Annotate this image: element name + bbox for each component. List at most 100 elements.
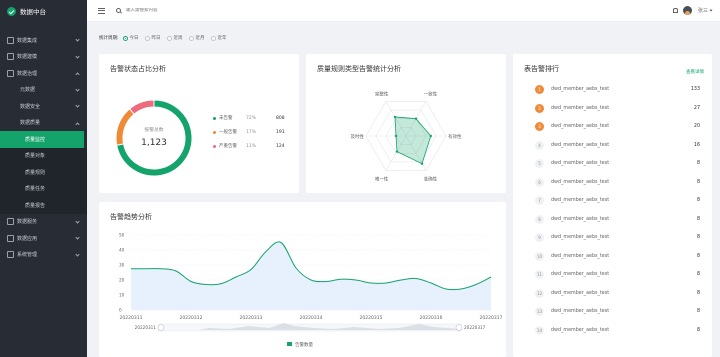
rank-row[interactable]: 1 dwd_member_aebs_test 133 — [535, 85, 700, 94]
sidebar-item[interactable]: 数据治理 — [0, 65, 87, 82]
rank-row[interactable]: 8 dwd_member_aebs_test 8 — [535, 214, 700, 224]
x-tick-label: 20220317 — [480, 315, 503, 321]
sidebar-subitem[interactable]: 质量任务 — [0, 180, 87, 197]
period-radio[interactable]: 昨日 — [144, 35, 161, 41]
radar-chart: 完整性 一致性有效性准确性 唯一性 及时性 — [350, 91, 462, 183]
rank-row[interactable]: 2 dwd_member_aebs_test 27 — [535, 103, 700, 113]
legend-dot — [213, 144, 216, 148]
period-radio[interactable]: 今日 — [122, 35, 139, 41]
zoom-handle-right[interactable] — [455, 324, 463, 331]
radar-point[interactable] — [395, 150, 399, 153]
radar-point[interactable] — [414, 117, 418, 120]
zoom-end-label: 20220317 — [464, 325, 486, 330]
x-tick-label: 20220313 — [240, 315, 263, 321]
rank-row[interactable]: 14 dwd_member_aebs_test 8 — [535, 325, 700, 335]
sidebar-item[interactable]: 系统管理 — [0, 247, 87, 264]
radar-area — [394, 116, 432, 165]
rank-table-name: dwd_member_aebs_test — [551, 105, 610, 111]
legend-percent: 11% — [246, 143, 257, 149]
radio-dot[interactable] — [122, 35, 128, 41]
period-options: 今日 昨日 近周 近月 近年 — [122, 35, 233, 41]
rank-row[interactable]: 10 dwd_member_aebs_test 8 — [535, 251, 700, 261]
rank-table-name: dwd_member_aebs_test — [551, 216, 610, 222]
legend-swatch — [287, 342, 292, 346]
rank-row[interactable]: 9 dwd_member_aebs_test 8 — [535, 233, 700, 242]
donut-chart: 报警总数 1,123 — [115, 99, 193, 177]
rank-table-name: dwd_member_aebs_test — [551, 87, 610, 92]
period-radio[interactable]: 近年 — [210, 35, 227, 41]
sidebar-item[interactable]: 数据应用 — [0, 230, 87, 247]
radio-dot[interactable] — [144, 35, 150, 41]
hamburger-icon[interactable] — [98, 7, 105, 14]
chevron-down-icon — [75, 251, 80, 257]
donut-slice[interactable] — [128, 99, 155, 115]
rank-row[interactable]: 6 dwd_member_aebs_test 8 — [535, 177, 700, 187]
radar-point[interactable] — [420, 162, 424, 165]
rank-row[interactable]: 13 dwd_member_aebs_test 8 — [535, 307, 700, 316]
rank-row[interactable]: 12 dwd_member_aebs_test 8 — [535, 288, 700, 298]
sidebar-item-label: 数据质量 — [20, 120, 41, 127]
rank-alarm-count: 8 — [696, 272, 700, 277]
sidebar-item[interactable]: 数据服务 — [0, 214, 87, 231]
avatar[interactable] — [683, 6, 692, 15]
donut-center-label: 报警总数 — [144, 126, 163, 133]
rank-table-name: dwd_member_aebs_test — [551, 253, 610, 259]
rank-alarm-count: 8 — [696, 216, 700, 222]
sidebar-subitem[interactable]: 质量监控 — [0, 131, 84, 148]
rank-table-name: dwd_member_aebs_test — [551, 272, 610, 277]
donut-slice[interactable] — [115, 108, 135, 146]
sidebar-item-label: 数据集成 — [17, 37, 38, 44]
period-radio[interactable]: 近周 — [166, 35, 183, 41]
view-details-link[interactable]: 查看详情 — [686, 69, 704, 75]
rank-number: 4 — [535, 140, 544, 150]
rank-row[interactable]: 4 dwd_member_aebs_test 16 — [535, 140, 700, 150]
sidebar-item[interactable]: 数据集成 — [0, 32, 87, 49]
radio-dot[interactable] — [188, 35, 194, 41]
alarm-status-card: 告警状态占比分析 报警总数 1,123 未告警 72% 808 一般告警 17% 191 严… — [99, 54, 299, 193]
sidebar-item[interactable]: 数据安全 — [0, 98, 87, 115]
data-zoom[interactable]: 20220311 20220317 — [135, 323, 486, 332]
rank-alarm-count: 8 — [696, 198, 700, 203]
radar-point[interactable] — [393, 115, 397, 119]
legend-count: 191 — [276, 129, 285, 135]
sidebar-subitem[interactable]: 质量对象 — [0, 147, 87, 164]
chevron-down-icon — [75, 218, 80, 224]
rank-row[interactable]: 7 dwd_member_aebs_test 8 — [535, 196, 700, 205]
chevron-down-icon — [75, 86, 80, 92]
rank-row[interactable]: 11 dwd_member_aebs_test 8 — [535, 270, 700, 279]
sidebar-subitem[interactable]: 质量规则 — [0, 164, 87, 181]
rank-alarm-count: 20 — [693, 124, 700, 129]
bell-icon[interactable] — [673, 8, 678, 13]
user-chevron-down-icon[interactable] — [709, 8, 713, 12]
rank-number: 6 — [535, 177, 544, 187]
radio-dot[interactable] — [210, 35, 216, 41]
sidebar-subitem[interactable]: 质量报告 — [0, 197, 87, 214]
radar-point[interactable] — [394, 134, 398, 138]
search-input[interactable] — [126, 8, 246, 13]
sidebar-item[interactable]: 数据质量 — [0, 115, 87, 132]
zoom-handle-left[interactable] — [157, 324, 165, 331]
rank-number: 9 — [535, 233, 544, 242]
radar-indicator-label: 有效性 — [448, 133, 462, 140]
sidebar-item[interactable]: 数据建模 — [0, 49, 87, 66]
username[interactable]: 张三 — [698, 7, 708, 14]
period-radio[interactable]: 近月 — [188, 35, 205, 41]
legend-row: 严重告警 11% 124 — [213, 143, 289, 149]
rank-table-name: dwd_member_aebs_test — [551, 142, 610, 148]
rank-number: 10 — [535, 251, 544, 261]
rank-alarm-count: 8 — [696, 161, 700, 166]
x-tick-label: 20220311 — [120, 315, 143, 321]
radar-point[interactable] — [429, 134, 432, 138]
rank-table-name: dwd_member_aebs_test — [551, 198, 610, 203]
legend-label: 告警数量 — [295, 341, 313, 348]
legend-count: 808 — [276, 115, 285, 121]
rank-row[interactable]: 3 dwd_member_aebs_test 20 — [535, 122, 700, 131]
rank-alarm-count: 133 — [690, 87, 700, 92]
rank-row[interactable]: 5 dwd_member_aebs_test 8 — [535, 159, 700, 168]
sidebar-item[interactable]: 元数据 — [0, 82, 87, 99]
radio-dot[interactable] — [166, 35, 172, 41]
period-selector: 统计周期: 今日 昨日 近周 近月 近年 — [99, 35, 233, 41]
rank-alarm-count: 8 — [696, 253, 700, 259]
search-icon[interactable] — [116, 8, 121, 13]
app-logo: 数据中台 — [0, 0, 87, 22]
